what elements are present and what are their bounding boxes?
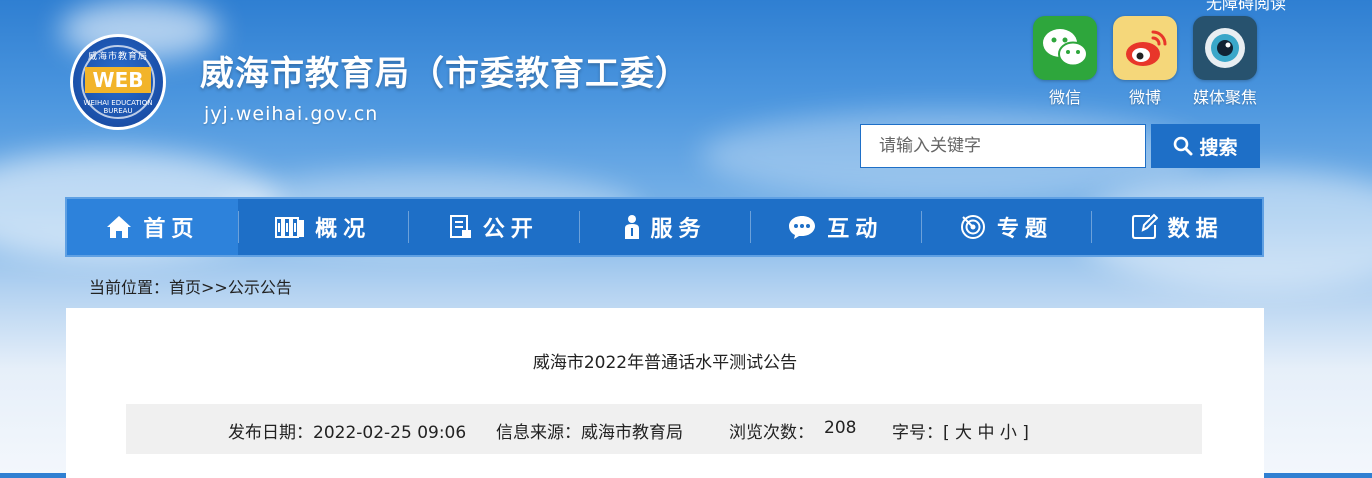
article-meta-bar: 发布日期：2022-02-25 09:06 信息来源：威海市教育局 浏览次数： … <box>126 404 1202 454</box>
nav-item-service[interactable]: 服务 <box>579 199 750 255</box>
nav-item-overview[interactable]: 概况 <box>237 199 409 255</box>
nav-item-home[interactable]: 首页 <box>67 199 238 255</box>
site-domain: jyj.weihai.gov.cn <box>204 103 379 125</box>
accessibility-link[interactable]: 无障碍阅读 <box>1206 0 1286 14</box>
target-icon <box>960 215 985 239</box>
nav-item-label: 概况 <box>315 217 372 242</box>
views-label: 浏览次数： <box>729 423 814 443</box>
logo-en-text: WEIHAI EDUCATION BUREAU <box>83 99 153 115</box>
home-icon <box>107 216 132 238</box>
nav-item-label: 公开 <box>482 217 539 242</box>
logo-cn-text: 威海市教育局 <box>87 52 148 62</box>
nav-item-label: 专题 <box>996 217 1053 242</box>
weibo-label: 微博 <box>1128 88 1161 107</box>
nav-item-label: 首页 <box>143 217 200 242</box>
article-panel: 威海市2022年普通话水平测试公告 发布日期：2022-02-25 09:06 … <box>66 308 1264 478</box>
person-icon <box>624 215 639 239</box>
nav-item-interaction[interactable]: 互动 <box>749 199 921 255</box>
views-count: 208 <box>824 418 857 438</box>
nav-item-label: 数据 <box>1167 217 1224 242</box>
info-source: 信息来源：威海市教育局 <box>496 423 683 443</box>
nav-item-data[interactable]: 数据 <box>1091 199 1262 255</box>
search-input[interactable] <box>860 124 1146 168</box>
publish-date: 发布日期：2022-02-25 09:06 <box>228 423 467 443</box>
nav-item-label: 互动 <box>827 217 884 242</box>
article-title: 威海市2022年普通话水平测试公告 <box>532 353 798 373</box>
site-title: 威海市教育局（市委教育工委） <box>200 54 690 94</box>
chat-bubble-icon <box>789 216 816 239</box>
web-logo-icon[interactable]: 威海市教育局 WEB WEIHAI EDUCATION BUREAU <box>70 34 166 130</box>
search-button-label: 搜索 <box>1199 136 1238 159</box>
books-icon <box>275 217 305 238</box>
logo-web-text: WEB <box>85 67 151 93</box>
nav-item-public[interactable]: 公开 <box>408 199 579 255</box>
breadcrumb[interactable]: 当前位置：首页>>公示公告 <box>89 274 292 298</box>
search-icon <box>1174 136 1193 156</box>
media-focus-label: 媒体聚焦 <box>1192 88 1257 107</box>
nav-item-topics[interactable]: 专题 <box>920 199 1092 255</box>
edit-icon <box>1131 213 1158 239</box>
weibo-link[interactable]: 微博 <box>1113 16 1177 108</box>
wechat-link[interactable]: 微信 <box>1033 16 1097 108</box>
main-nav: 首页 概况 公开 服务 互动 专题 数据 <box>65 197 1264 257</box>
media-focus-link[interactable]: 媒体聚焦 <box>1186 16 1264 108</box>
wechat-icon <box>1033 16 1097 80</box>
weibo-icon <box>1113 16 1177 80</box>
document-icon <box>449 215 471 238</box>
search-button[interactable]: 搜索 <box>1151 124 1260 168</box>
wechat-label: 微信 <box>1048 88 1081 107</box>
camera-lens-icon <box>1193 16 1257 80</box>
nav-item-label: 服务 <box>650 217 707 242</box>
font-size-controls[interactable]: 字号：[ 大 中 小 ] <box>892 418 1029 443</box>
